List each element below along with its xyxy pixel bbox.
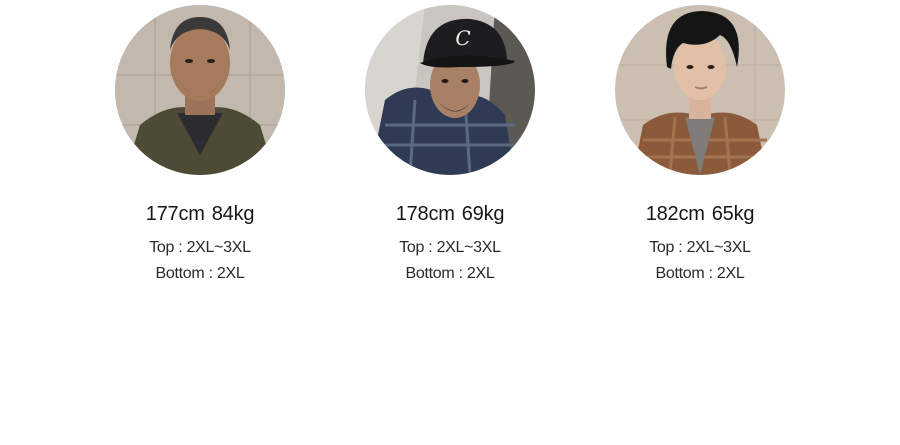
top-size: Top : 2XL~3XL (149, 239, 251, 256)
model-photo (115, 5, 285, 175)
top-size: Top : 2XL~3XL (649, 239, 751, 256)
top-size: Top : 2XL~3XL (399, 239, 501, 256)
weight-value: 65kg (711, 203, 755, 225)
model-size-guide: 177cm 84kg Top : 2XL~3XL Bottom : 2XL C … (0, 0, 900, 445)
model-photo: C (365, 5, 535, 175)
weight-value: 84kg (211, 203, 255, 225)
weight-value: 69kg (461, 203, 505, 225)
model-card: C 178cm 69kg Top : 2XL~3XL Bottom : 2XL (350, 5, 550, 287)
height-weight: 182cm 65kg (646, 202, 755, 226)
model-photo (615, 5, 785, 175)
svg-text:C: C (455, 26, 470, 50)
height-value: 182cm (645, 203, 705, 225)
height-value: 177cm (145, 203, 205, 225)
model-card: 177cm 84kg Top : 2XL~3XL Bottom : 2XL (100, 5, 300, 287)
bottom-size: Bottom : 2XL (655, 265, 745, 282)
model-card: 182cm 65kg Top : 2XL~3XL Bottom : 2XL (600, 5, 800, 287)
bottom-size: Bottom : 2XL (405, 265, 495, 282)
height-weight: 177cm 84kg (146, 202, 255, 226)
bottom-size: Bottom : 2XL (155, 265, 245, 282)
height-weight: 178cm 69kg (396, 202, 505, 226)
height-value: 178cm (395, 203, 455, 225)
